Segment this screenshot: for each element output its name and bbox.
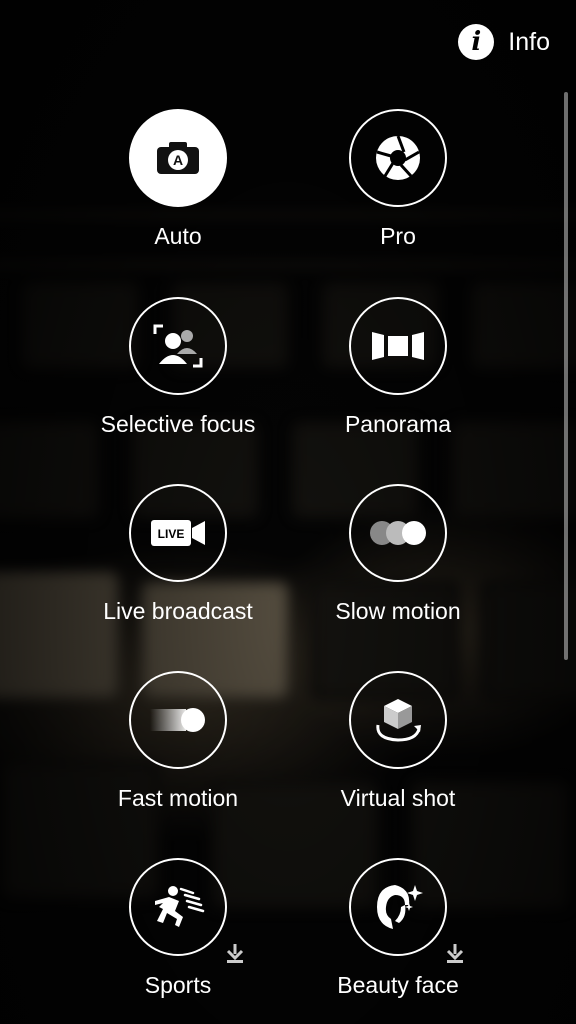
svg-text:LIVE: LIVE [158,527,185,541]
mode-beauty-face-button[interactable] [349,858,447,956]
mode-pro-button[interactable] [349,109,447,207]
selective-focus-icon [153,324,203,368]
live-camera-icon: LIVE [151,520,205,546]
virtual-shot-icon [376,699,421,742]
mode-panorama-label: Panorama [344,411,452,437]
mode-slow-motion-label: Slow motion [335,598,461,624]
mode-sports[interactable]: Sports [68,858,288,1024]
aperture-icon [376,135,420,180]
mode-panorama-button[interactable] [349,297,447,395]
mode-slow-motion[interactable]: Slow motion [288,484,508,654]
info-icon: i [458,24,495,60]
mode-sports-button[interactable] [129,858,227,956]
mode-slow-motion-button[interactable] [349,484,447,582]
mode-live-broadcast-button[interactable]: LIVE [129,484,227,582]
slow-motion-icon [370,521,426,545]
scrollbar[interactable] [564,92,568,660]
mode-selective-focus-label: Selective focus [100,411,256,437]
mode-virtual-shot-label: Virtual shot [340,785,456,811]
svg-text:A: A [173,152,183,168]
mode-selective-focus[interactable]: Selective focus [68,297,288,467]
download-icon [226,944,244,963]
download-icon [446,944,464,963]
mode-auto-button[interactable]: A [129,109,227,207]
info-label: Info [508,27,550,56]
mode-selective-focus-button[interactable] [129,297,227,395]
info-button[interactable]: i Info [458,24,550,60]
panorama-icon [372,332,424,360]
mode-live-broadcast-label: Live broadcast [103,598,253,624]
mode-fast-motion-label: Fast motion [117,785,239,811]
mode-live-broadcast[interactable]: LIVE Live broadcast [68,484,288,654]
mode-pro[interactable]: Pro [288,109,508,279]
mode-virtual-shot-button[interactable] [349,671,447,769]
mode-auto-label: Auto [154,223,202,249]
mode-panorama[interactable]: Panorama [288,297,508,467]
mode-beauty-face-label: Beauty face [337,972,459,998]
mode-sports-label: Sports [144,972,212,998]
fast-motion-icon [150,708,205,732]
mode-virtual-shot[interactable]: Virtual shot [288,671,508,841]
mode-fast-motion[interactable]: Fast motion [68,671,288,841]
camera-mode-screen: i Info A Auto Pro Selective focus Panora… [0,0,576,1024]
mode-beauty-face[interactable]: Beauty face [288,858,508,1024]
mode-auto[interactable]: A Auto [68,109,288,279]
mode-fast-motion-button[interactable] [129,671,227,769]
mode-pro-label: Pro [380,223,416,249]
sports-runner-icon [155,886,205,927]
camera-auto-icon: A [157,142,199,174]
beauty-face-icon [377,885,423,929]
